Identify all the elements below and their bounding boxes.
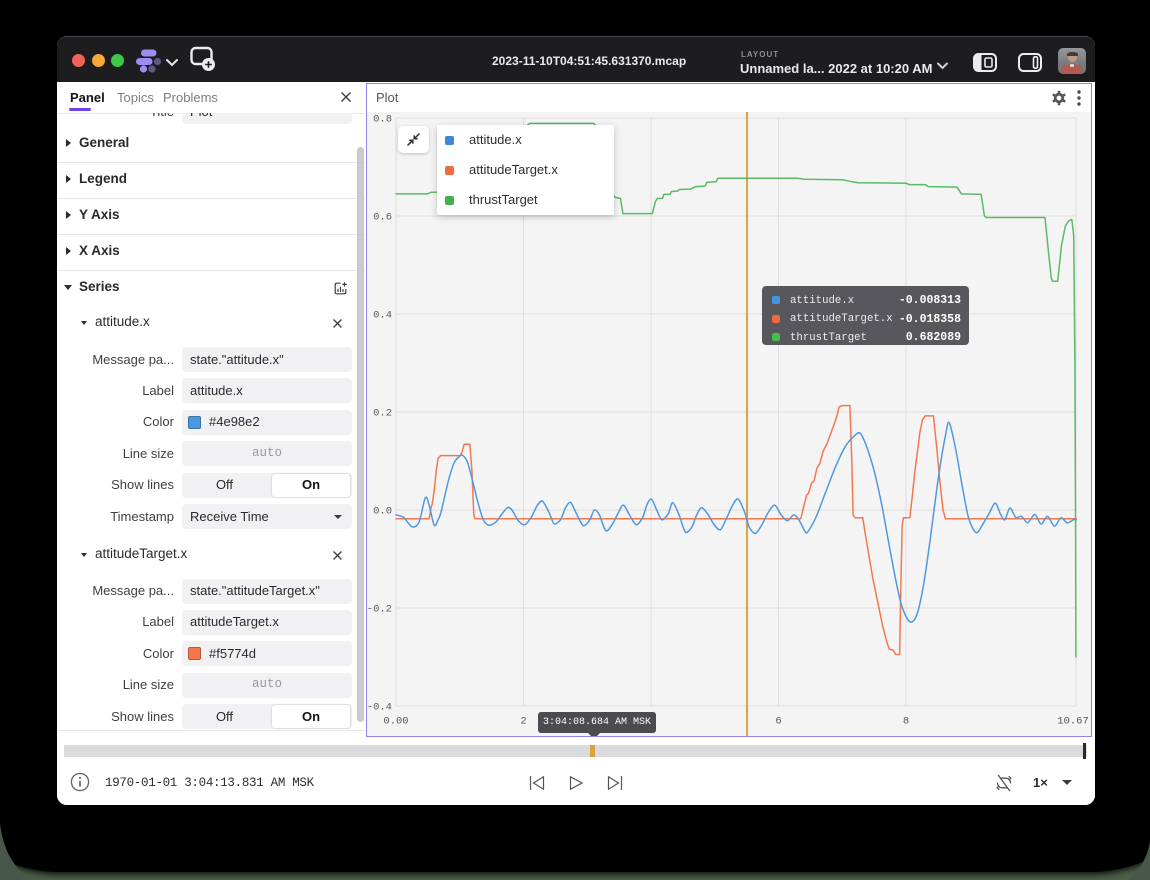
svg-text:0.8: 0.8 — [373, 114, 392, 126]
svg-text:8: 8 — [903, 716, 909, 728]
svg-text:0.00: 0.00 — [383, 716, 408, 728]
svg-text:2: 2 — [520, 716, 526, 728]
svg-text:0.2: 0.2 — [373, 408, 392, 420]
svg-text:-0.2: -0.2 — [367, 604, 392, 616]
svg-text:0.6: 0.6 — [373, 212, 392, 224]
svg-text:6: 6 — [775, 716, 781, 728]
svg-text:10.67: 10.67 — [1057, 716, 1089, 728]
svg-text:0.4: 0.4 — [373, 310, 392, 322]
svg-text:-0.4: -0.4 — [367, 702, 392, 714]
svg-text:0.0: 0.0 — [373, 506, 392, 518]
